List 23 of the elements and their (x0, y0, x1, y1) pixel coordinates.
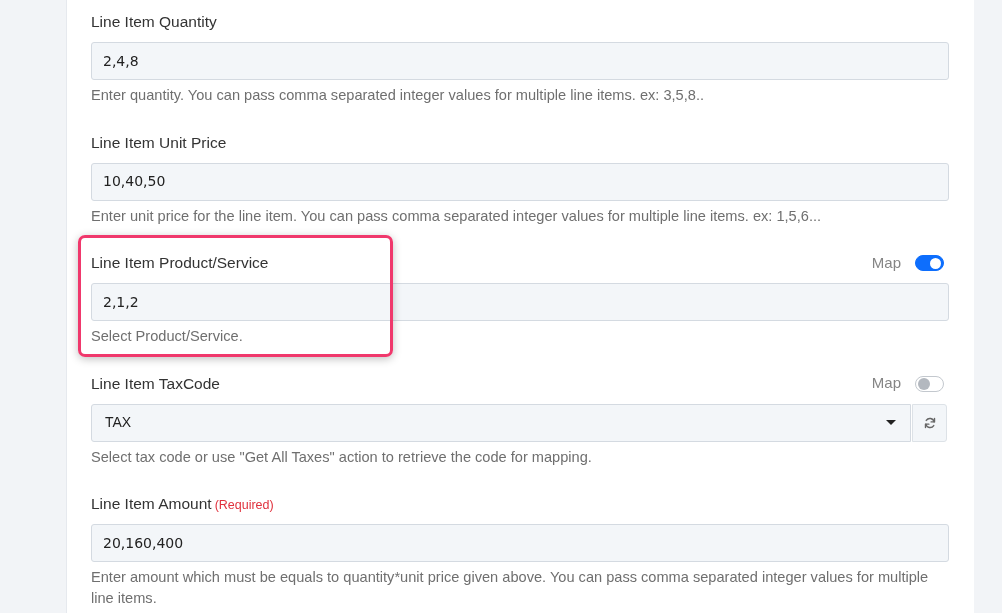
text-field[interactable]: 10,40,50 (91, 162, 949, 201)
text-field[interactable]: 2,1,2 (91, 283, 949, 321)
caret-icon (886, 420, 896, 425)
help-text: Enter quantity. You can pass comma separated integer values for multiple line items. ex: 3,5,8.. (91, 86, 705, 105)
help-text: Enter unit price for the line item. You can pass comma separated integer values for multiple line items. ex: 1,5,6... (91, 206, 823, 226)
field-label: Line Item Amount (91, 494, 212, 514)
field-label: Line Item Product/Service (91, 253, 269, 273)
help-text: Enter amount which must be equals to quantity*unit price given above. You can pass comma separated integer values for multiple line items. (91, 568, 930, 608)
text-field[interactable]: 2,4,8 (91, 42, 949, 80)
map-label: Map (871, 373, 901, 394)
help-text: Select tax code or use "Get All Taxes" action to retrieve the code for mapping. (91, 447, 593, 467)
text-field[interactable]: 20,160,400 (91, 524, 949, 562)
map-toggle[interactable] (915, 255, 944, 271)
help-text: Select Product/Service. (91, 327, 244, 346)
field-label: Line Item Quantity (91, 12, 217, 32)
refresh-button[interactable] (912, 403, 947, 442)
map-label: Map (871, 252, 901, 273)
field-label: Line Item Unit Price (91, 132, 227, 153)
field-label: Line Item TaxCode (91, 373, 220, 394)
required-note: (Required) (214, 497, 274, 514)
refresh-icon (923, 416, 936, 429)
map-toggle[interactable] (915, 375, 944, 392)
select-field[interactable]: TAX (91, 403, 911, 442)
